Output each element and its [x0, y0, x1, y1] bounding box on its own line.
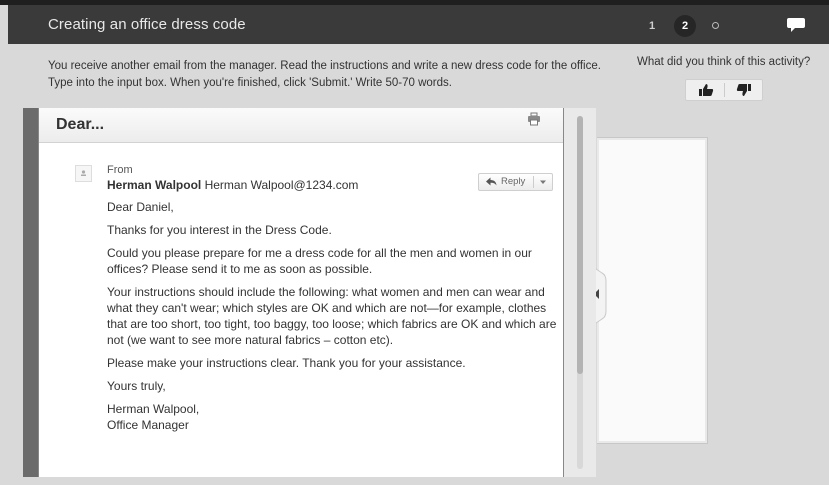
email-greeting: Dear Daniel,	[107, 200, 174, 214]
email-paragraph: Please make your instructions clear. Tha…	[107, 356, 466, 370]
step-2-button[interactable]: 2	[674, 15, 696, 37]
feedback-buttons	[685, 79, 763, 101]
activity-title: Creating an office dress code	[48, 16, 246, 33]
sender-avatar	[75, 165, 92, 182]
feedback-question: What did you think of this activity?	[637, 56, 811, 68]
email-signature: Herman Walpool, Office Manager	[107, 401, 557, 433]
chevron-down-icon[interactable]	[534, 174, 552, 190]
email-viewer: Dear... From Herman Walpool Herman Walpo…	[38, 108, 564, 477]
email-closing: Yours truly,	[107, 379, 166, 393]
reply-label: Reply	[501, 176, 526, 187]
signature-name: Herman Walpool,	[107, 402, 200, 416]
email-subject: Dear...	[56, 116, 105, 133]
email-paragraph: Thanks for you interest in the Dress Cod…	[107, 223, 332, 237]
activity-instructions: You receive another email from the manag…	[48, 60, 601, 89]
email-paragraph: Could you please prepare for me a dress …	[107, 246, 532, 276]
circle-icon	[711, 21, 719, 29]
vote-divider	[724, 83, 725, 97]
sender-line: Herman Walpool Herman Walpool@1234.com	[107, 178, 358, 192]
reply-arrow-icon	[486, 177, 497, 186]
header-bar: Creating an office dress code 1 2	[8, 5, 829, 44]
sender-name: Herman Walpool	[107, 178, 202, 192]
email-body: Dear Daniel, Thanks for you interest in …	[107, 199, 557, 433]
step-1-button[interactable]: 1	[641, 15, 663, 37]
email-header: Dear...	[39, 108, 563, 143]
user-icon	[81, 170, 86, 176]
reply-button-group: Reply	[478, 173, 553, 191]
print-icon[interactable]	[527, 112, 541, 126]
scrollbar-thumb[interactable]	[577, 116, 583, 374]
chat-bubble-icon[interactable]	[786, 16, 806, 34]
thumbs-up-icon[interactable]	[698, 83, 714, 97]
email-panel: Dear... From Herman Walpool Herman Walpo…	[23, 108, 596, 477]
signature-title: Office Manager	[107, 418, 189, 432]
sender-address: Herman Walpool@1234.com	[204, 178, 359, 192]
from-label: From	[107, 164, 133, 176]
email-scrollbar-area	[564, 108, 596, 477]
step-submit-button[interactable]	[704, 15, 726, 37]
reply-button[interactable]: Reply	[479, 174, 533, 190]
email-paragraph: Your instructions should include the fol…	[107, 285, 557, 347]
thumbs-down-icon[interactable]	[736, 83, 752, 97]
